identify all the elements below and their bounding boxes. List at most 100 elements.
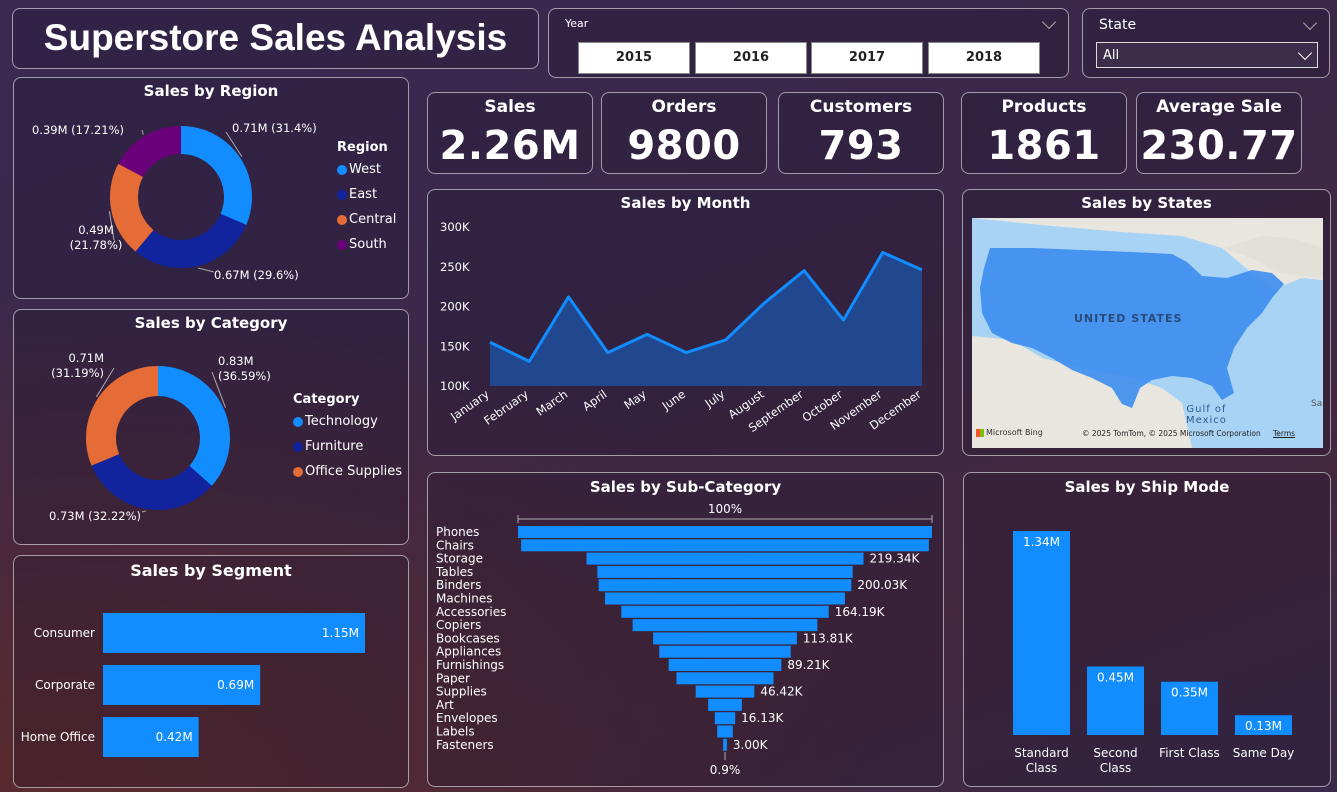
legend-item[interactable]: South bbox=[337, 237, 387, 252]
kpi-card-average-sale: Average Sale 230.77 bbox=[1136, 92, 1302, 174]
subcategory-funnel-chart: 100% PhonesChairsStorage 219.34K TablesBind… bbox=[435, 502, 933, 777]
kpi-value: 230.77 bbox=[1140, 123, 1298, 169]
x-tick-label: March bbox=[534, 387, 571, 419]
legend-item[interactable]: Technology bbox=[293, 414, 378, 429]
category-label: Accessories bbox=[436, 605, 506, 619]
category-label: Art bbox=[436, 698, 454, 712]
chevron-down-icon bbox=[1297, 45, 1313, 61]
shipmode-bar[interactable] bbox=[1013, 531, 1070, 735]
legend-label: Office Supplies bbox=[305, 464, 403, 479]
data-label: 219.34K bbox=[870, 552, 921, 566]
legend-item[interactable]: Office Supplies bbox=[293, 464, 402, 479]
leader-line bbox=[197, 267, 215, 273]
month-chart-panel: Sales by Month 100K 150K 200K 250K 300K Janua… bbox=[427, 189, 944, 456]
donut-slice-office-supplies[interactable] bbox=[86, 366, 158, 466]
data-label: 0.71M (31.4%) bbox=[232, 121, 317, 135]
map-view[interactable]: UNITED STATES Gulf of Mexico Sa Microsof… bbox=[972, 218, 1323, 448]
category-label: Fasteners bbox=[436, 738, 494, 752]
funnel-bar[interactable] bbox=[668, 659, 782, 671]
gulf-label: Gulf of Mexico bbox=[1186, 404, 1227, 426]
year-button-2017[interactable]: 2017 bbox=[811, 42, 923, 74]
legend-dot-icon bbox=[337, 214, 347, 225]
funnel-bar[interactable] bbox=[632, 619, 818, 632]
leader-line bbox=[141, 129, 144, 135]
category-label: Appliances bbox=[436, 645, 501, 659]
map-terms-link[interactable]: Terms bbox=[1273, 429, 1295, 438]
legend-item[interactable]: West bbox=[337, 162, 381, 177]
funnel-bottom-label: 0.9% bbox=[710, 763, 741, 777]
legend-label: East bbox=[349, 187, 378, 202]
donut-slice-technology[interactable] bbox=[158, 366, 230, 486]
map-panel: Sales by States UNITED STATES Gulf of Me… bbox=[962, 189, 1331, 456]
map-graphic bbox=[972, 218, 1323, 448]
funnel-bar[interactable] bbox=[717, 725, 733, 738]
kpi-card-orders: Orders 9800 bbox=[601, 92, 767, 174]
funnel-bar[interactable] bbox=[676, 672, 774, 685]
legend-item[interactable]: East bbox=[337, 187, 377, 202]
title-panel: Superstore Sales Analysis bbox=[12, 8, 539, 69]
kpi-label: Customers bbox=[809, 97, 913, 117]
data-label: 0.42M bbox=[156, 730, 193, 744]
funnel-bar[interactable] bbox=[605, 592, 845, 605]
donut-slice-west[interactable] bbox=[181, 126, 252, 225]
funnel-bar[interactable] bbox=[708, 698, 742, 711]
funnel-bar[interactable] bbox=[695, 685, 755, 698]
funnel-bar[interactable] bbox=[518, 526, 932, 538]
funnel-bar[interactable] bbox=[714, 712, 736, 725]
funnel-bar[interactable] bbox=[659, 645, 791, 658]
funnel-bar[interactable] bbox=[586, 552, 864, 565]
legend-title: Region bbox=[337, 140, 388, 155]
funnel-bar[interactable] bbox=[598, 579, 852, 592]
category-label: Storage bbox=[436, 552, 483, 566]
year-button-2018[interactable]: 2018 bbox=[928, 42, 1040, 74]
category-label: Class bbox=[1026, 761, 1058, 775]
shipmode-chart-panel: Sales by Ship Mode 1.34M Standard Class 0.4… bbox=[963, 472, 1331, 787]
kpi-card-products: Products 1861 bbox=[961, 92, 1127, 174]
kpi-value: 793 bbox=[818, 123, 904, 169]
state-dropdown-value: All bbox=[1103, 48, 1120, 63]
kpi-value: 1861 bbox=[987, 123, 1101, 169]
chevron-down-icon[interactable] bbox=[1041, 14, 1057, 30]
donut-slice-east[interactable] bbox=[135, 213, 247, 268]
data-label: 1.15M bbox=[322, 626, 359, 640]
state-slicer: State All bbox=[1082, 8, 1330, 78]
data-label: 113.81K bbox=[803, 631, 854, 645]
x-tick-label: May bbox=[621, 387, 649, 412]
shipmode-bar-chart: 1.34MStandardClass0.45MSecondClass0.35MF… bbox=[1013, 531, 1294, 775]
legend-item[interactable]: Central bbox=[337, 212, 396, 227]
state-dropdown[interactable]: All bbox=[1096, 42, 1318, 68]
chevron-down-icon[interactable] bbox=[1302, 15, 1318, 31]
year-button-2016[interactable]: 2016 bbox=[695, 42, 807, 74]
category-label: Phones bbox=[436, 525, 479, 539]
category-label: Tables bbox=[435, 565, 473, 579]
segment-bar-chart: 1.15M Consumer 0.69M Corporate 0.42M Home Off… bbox=[21, 613, 365, 757]
data-label: 16.13K bbox=[741, 711, 784, 725]
category-label: Furnishings bbox=[436, 658, 504, 672]
page-title: Superstore Sales Analysis bbox=[43, 17, 508, 58]
map-copyright: © 2025 TomTom, © 2025 Microsoft Corporat… bbox=[1082, 429, 1261, 438]
data-label: 0.13M bbox=[1245, 719, 1282, 733]
funnel-bar[interactable] bbox=[653, 632, 797, 645]
kpi-card-sales: Sales 2.26M bbox=[427, 92, 593, 174]
funnel-bar[interactable] bbox=[723, 738, 727, 751]
year-button-2015[interactable]: 2015 bbox=[578, 42, 690, 74]
bing-logo-text: Microsoft Bing bbox=[986, 428, 1043, 437]
legend-item[interactable]: Furniture bbox=[293, 439, 363, 454]
legend-dot-icon bbox=[293, 466, 303, 477]
category-label: Paper bbox=[436, 671, 470, 685]
leader-line bbox=[141, 510, 146, 513]
y-tick-label: 100K bbox=[440, 379, 470, 393]
category-label: First Class bbox=[1159, 746, 1220, 760]
bing-logo: Microsoft Bing bbox=[976, 428, 1043, 437]
data-label: (21.78%) bbox=[70, 238, 123, 252]
data-label: (31.19%) bbox=[51, 366, 104, 380]
funnel-bar[interactable] bbox=[621, 605, 829, 618]
data-label: 1.34M bbox=[1023, 535, 1060, 549]
funnel-bar[interactable] bbox=[521, 539, 929, 552]
data-label: 0.45M bbox=[1097, 670, 1134, 684]
kpi-label: Products bbox=[1001, 97, 1087, 117]
funnel-bar[interactable] bbox=[597, 565, 853, 578]
data-label: 89.21K bbox=[787, 658, 830, 672]
category-label: Copiers bbox=[436, 618, 481, 632]
legend-dot-icon bbox=[293, 441, 303, 452]
